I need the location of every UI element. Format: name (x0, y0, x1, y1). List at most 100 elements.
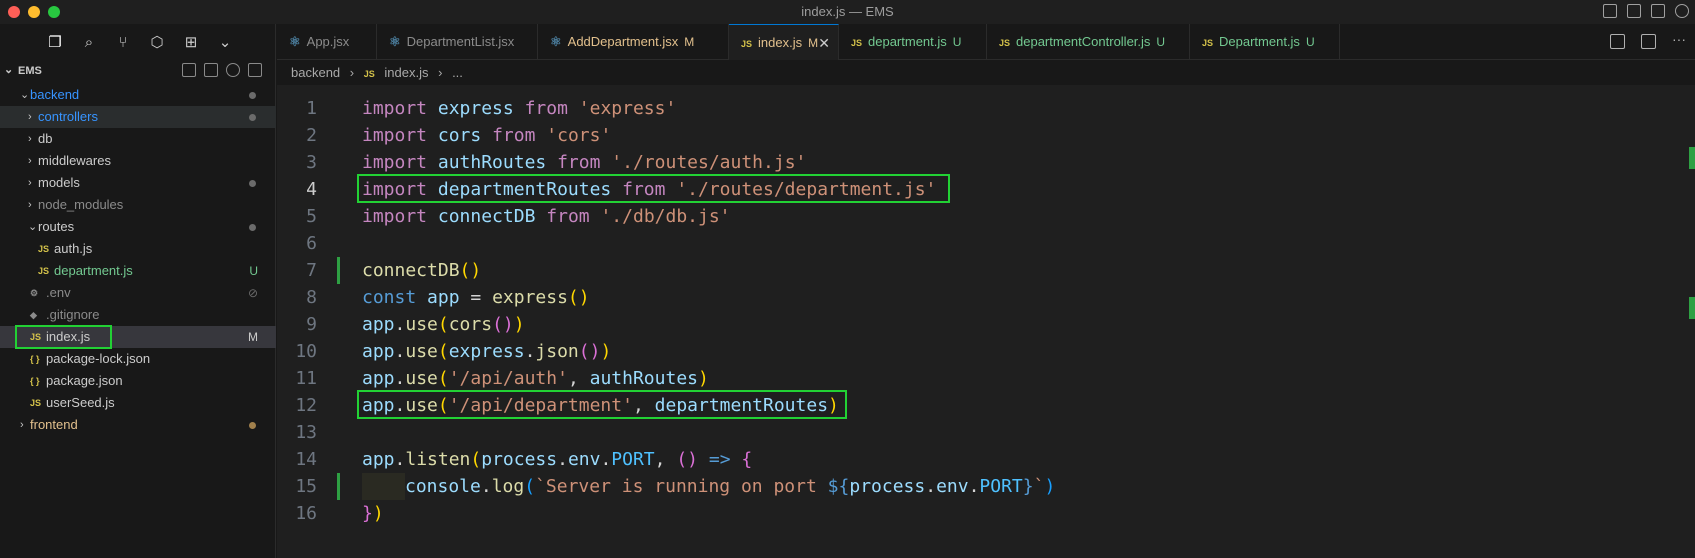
toggle-sidebar-icon[interactable] (1603, 4, 1617, 18)
tree-item-backend[interactable]: ⌄ backend (0, 84, 276, 106)
code-line[interactable]: const app = express() (362, 284, 1055, 311)
modified-dot (249, 422, 256, 429)
git-status-badge: ⊘ (247, 286, 258, 300)
refresh-icon[interactable] (226, 63, 240, 77)
tab-adddepartment-jsx[interactable]: ⚛ AddDepartment.jsx M (538, 24, 729, 60)
code-line[interactable]: }) (362, 500, 1055, 527)
chevron-right-icon: › (28, 111, 32, 123)
tree-item--gitignore[interactable]: ◆ .gitignore (0, 304, 276, 326)
new-file-icon[interactable] (182, 63, 196, 77)
breadcrumb: backend › JS index.js › ... (277, 62, 469, 84)
line-number: 5 (306, 206, 317, 227)
js-file-icon: JS (38, 244, 50, 254)
tab-label: department.js (868, 34, 947, 49)
js-file-icon: JS (38, 266, 50, 276)
code-content[interactable]: import express from 'express' import cors… (362, 95, 1055, 527)
settings-gear-icon[interactable] (1675, 4, 1689, 18)
tab-index-js[interactable]: JS index.js M ✕ (729, 24, 839, 60)
tree-item-routes[interactable]: ⌄ routes (0, 216, 276, 238)
breadcrumb-more[interactable]: ... (452, 65, 463, 80)
git-status-badge: U (249, 264, 258, 278)
tree-item-package-json[interactable]: { } package.json (0, 370, 276, 392)
chevron-down-icon[interactable]: ⌄ (216, 34, 234, 52)
indent-guide (362, 473, 405, 500)
js-file-icon: JS (363, 69, 375, 79)
extensions-icon[interactable]: ⊞ (182, 34, 200, 52)
tree-item-userseed-js[interactable]: JS userSeed.js (0, 392, 276, 414)
code-line[interactable]: import connectDB from './db/db.js' (362, 203, 1055, 230)
chevron-down-icon: ⌄ (20, 89, 30, 101)
new-folder-icon[interactable] (204, 63, 218, 77)
explorer-root-header[interactable]: ⌄ EMS (0, 60, 276, 82)
tree-item-label: routes (38, 219, 75, 234)
code-line[interactable]: import express from 'express' (362, 95, 1055, 122)
tree-item--env[interactable]: ⚙ .env ⊘ (0, 282, 276, 304)
git-status-badge: M (248, 330, 258, 344)
highlight-app-use-department (357, 390, 847, 419)
compare-changes-icon[interactable] (1610, 34, 1625, 49)
code-line[interactable]: connectDB() (362, 257, 1055, 284)
tab-app-jsx[interactable]: ⚛ App.jsx (277, 24, 377, 60)
code-line[interactable]: app.use(express.json()) (362, 338, 1055, 365)
tab-departmentcontroller-js[interactable]: JS departmentController.js U (987, 24, 1190, 60)
tree-item-label: userSeed.js (46, 395, 115, 410)
tree-item-label: middlewares (38, 153, 111, 168)
code-line[interactable]: app.listen(process.env.PORT, () => { (362, 446, 1055, 473)
code-line[interactable] (362, 230, 1055, 257)
tree-item-db[interactable]: › db (0, 128, 276, 150)
chevron-right-icon: › (438, 65, 443, 80)
tree-item-models[interactable]: › models (0, 172, 276, 194)
tree-item-label: department.js (54, 263, 133, 278)
cube-icon[interactable]: ⬡ (148, 34, 166, 52)
tab-department-js[interactable]: JS Department.js U (1190, 24, 1340, 60)
line-number: 9 (306, 314, 317, 335)
toggle-panel-icon[interactable] (1627, 4, 1641, 18)
collapse-all-icon[interactable] (248, 63, 262, 77)
code-line[interactable]: app.use('/api/auth', authRoutes) (362, 365, 1055, 392)
code-line[interactable]: console.log(`Server is running on port $… (362, 473, 1055, 500)
breadcrumb-folder[interactable]: backend (291, 65, 340, 80)
tab-status-badge: M (684, 35, 695, 49)
code-editor[interactable]: 1 2 3 4 5 6 7 8 9 10 11 12 13 14 15 16 import express f… (277, 85, 1695, 558)
tab-department-js[interactable]: JS department.js U (839, 24, 987, 60)
tree-item-node-modules[interactable]: › node_modules (0, 194, 276, 216)
tab-label: DepartmentList.jsx (406, 34, 515, 49)
breadcrumb-file[interactable]: index.js (384, 65, 428, 80)
source-control-icon[interactable]: ⑂ (114, 34, 132, 52)
line-number: 1 (306, 98, 317, 119)
tree-item-package-lock-json[interactable]: { } package-lock.json (0, 348, 276, 370)
tree-item-label: .env (46, 285, 71, 300)
code-line[interactable]: app.use(cors()) (362, 311, 1055, 338)
search-icon[interactable]: ⌕ (80, 34, 98, 52)
tree-item-label: node_modules (38, 197, 124, 212)
more-actions-icon[interactable]: ··· (1672, 32, 1687, 49)
tree-item-department-js[interactable]: JS department.js U (0, 260, 276, 282)
code-line[interactable]: import authRoutes from './routes/auth.js… (362, 149, 1055, 176)
line-number-gutter: 1 2 3 4 5 6 7 8 9 10 11 12 13 14 15 16 (277, 95, 337, 527)
line-number: 13 (295, 422, 317, 443)
tree-item-index-js[interactable]: JS index.js M (0, 325, 276, 349)
window-title: index.js — EMS (801, 4, 894, 19)
chevron-down-icon: ⌄ (4, 64, 14, 76)
explorer-files-icon[interactable]: ❐ (46, 34, 64, 52)
tree-item-frontend[interactable]: › frontend (0, 414, 276, 436)
code-line[interactable]: import cors from 'cors' (362, 122, 1055, 149)
tree-item-middlewares[interactable]: › middlewares (0, 150, 276, 172)
tree-item-controllers[interactable]: › controllers (0, 106, 276, 128)
close-icon[interactable]: ✕ (818, 25, 830, 61)
file-tree: ⌄ backend › controllers › db › middlewares › mode… (0, 84, 276, 436)
toggle-secondary-sidebar-icon[interactable] (1651, 4, 1665, 18)
title-bar: index.js — EMS (0, 0, 1695, 24)
chevron-down-icon: ⌄ (28, 221, 38, 233)
tab-departmentlist-jsx[interactable]: ⚛ DepartmentList.jsx (377, 24, 538, 60)
line-number: 3 (306, 152, 317, 173)
modified-dot (249, 114, 256, 121)
code-line[interactable] (362, 419, 1055, 446)
chevron-right-icon: › (20, 419, 24, 431)
split-editor-icon[interactable] (1641, 34, 1656, 49)
chevron-right-icon: › (28, 133, 32, 145)
line-number: 7 (306, 260, 317, 281)
tree-item-auth-js[interactable]: JS auth.js (0, 238, 276, 260)
line-number: 8 (306, 287, 317, 308)
chevron-right-icon: › (28, 199, 32, 211)
